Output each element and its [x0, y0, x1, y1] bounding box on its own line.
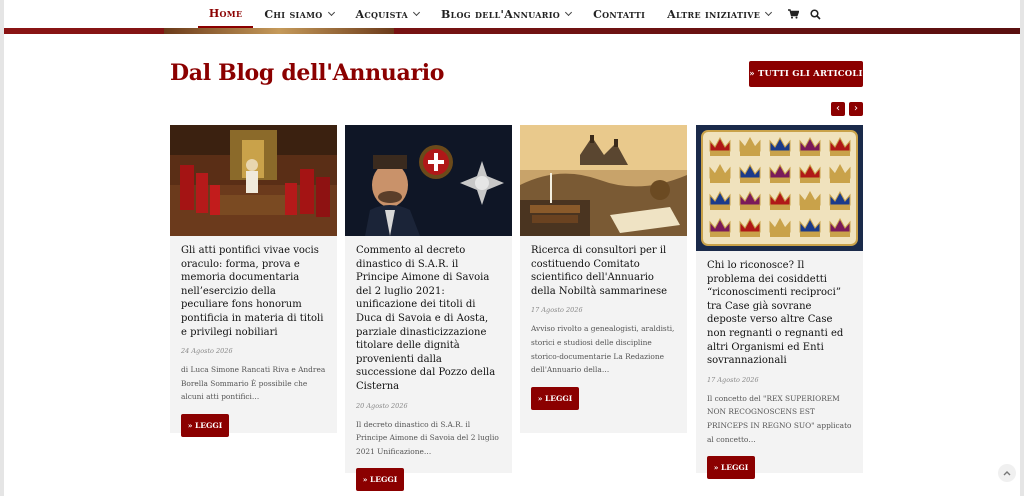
- blog-card: Chi lo riconosce? Il problema dei cosidd…: [696, 125, 863, 480]
- san-marino-landscape-image[interactable]: [520, 125, 687, 236]
- card-excerpt: Il decreto dinastico di S.A.R. il Princi…: [356, 419, 499, 456]
- main-navigation: Home Chi siamo Acquista Blog dell'Annuar…: [4, 0, 1020, 28]
- scroll-to-top-button[interactable]: [998, 464, 1016, 482]
- card-title[interactable]: Gli atti pontifici vivae vocis oraculo: …: [181, 244, 326, 339]
- read-more-button[interactable]: » LEGGI: [531, 386, 579, 410]
- card-title[interactable]: Chi lo riconosce? Il problema dei cosidd…: [707, 259, 852, 368]
- read-more-button[interactable]: » LEGGI: [356, 468, 404, 492]
- prince-portrait-image[interactable]: [345, 125, 512, 236]
- nav-item-label: Acquista: [355, 7, 408, 21]
- chevron-down-icon: [765, 8, 773, 17]
- card-excerpt: di Luca Simone Rancati Riva e Andrea Bor…: [181, 365, 326, 402]
- card-date: 20 Agosto 2026: [356, 401, 408, 410]
- chevron-left-icon: ‹: [836, 103, 840, 114]
- nav-item-label: Home: [208, 6, 243, 20]
- nav-item-label: Blog dell'Annuario: [441, 7, 561, 21]
- nav-item-acquista[interactable]: Acquista: [345, 0, 431, 28]
- card-excerpt: Avviso rivolto a genealogisti, araldisti…: [531, 324, 675, 375]
- section-title: Dal Blog dell'Annuario: [170, 60, 445, 86]
- blog-card: Ricerca di consultori per il costituendo…: [520, 125, 687, 433]
- cart-icon[interactable]: [782, 0, 804, 28]
- papal-audience-image[interactable]: [170, 125, 337, 236]
- all-articles-button[interactable]: » TUTTI GLI ARTICOLI: [749, 61, 863, 87]
- chevron-down-icon: [327, 8, 335, 17]
- chevron-down-icon: [412, 8, 421, 17]
- card-date: 17 Agosto 2026: [531, 306, 583, 315]
- nav-item-blog[interactable]: Blog dell'Annuario: [430, 0, 582, 28]
- browser-frame-left: [0, 0, 4, 496]
- nav-item-label: Contatti: [593, 7, 646, 21]
- nav-item-label: Chi siamo: [264, 7, 323, 21]
- hero-image-strip: [4, 28, 1020, 34]
- nav-item-altre-iniziative[interactable]: Altre iniziative: [656, 0, 782, 28]
- search-icon[interactable]: [804, 0, 826, 28]
- read-more-button[interactable]: » LEGGI: [181, 413, 229, 437]
- nav-item-contatti[interactable]: Contatti: [582, 0, 656, 28]
- card-excerpt: Il concetto del "REX SUPERIOREM NON RECO…: [707, 393, 852, 444]
- carousel-next-button[interactable]: ›: [849, 102, 863, 116]
- card-title[interactable]: Commento al decreto dinastico di S.A.R. …: [356, 244, 501, 394]
- nav-item-chi-siamo[interactable]: Chi siamo: [253, 0, 344, 28]
- carousel-prev-button[interactable]: ‹: [831, 102, 845, 116]
- nav-item-home[interactable]: Home: [197, 0, 254, 28]
- chevron-down-icon: [565, 8, 573, 17]
- card-title[interactable]: Ricerca di consultori per il costituendo…: [531, 244, 676, 298]
- card-date: 24 Agosto 2026: [181, 347, 233, 356]
- read-more-button[interactable]: » LEGGI: [707, 456, 755, 480]
- chevron-up-icon: [1003, 471, 1011, 476]
- blog-card: Gli atti pontifici vivae vocis oraculo: …: [170, 125, 337, 437]
- royal-crowns-image[interactable]: [696, 125, 863, 251]
- nav-item-label: Altre iniziative: [667, 7, 761, 21]
- chevron-right-icon: ›: [854, 103, 858, 114]
- card-date: 17 Agosto 2026: [707, 375, 759, 384]
- blog-card: Commento al decreto dinastico di S.A.R. …: [345, 125, 512, 492]
- browser-frame-right: [1020, 0, 1024, 496]
